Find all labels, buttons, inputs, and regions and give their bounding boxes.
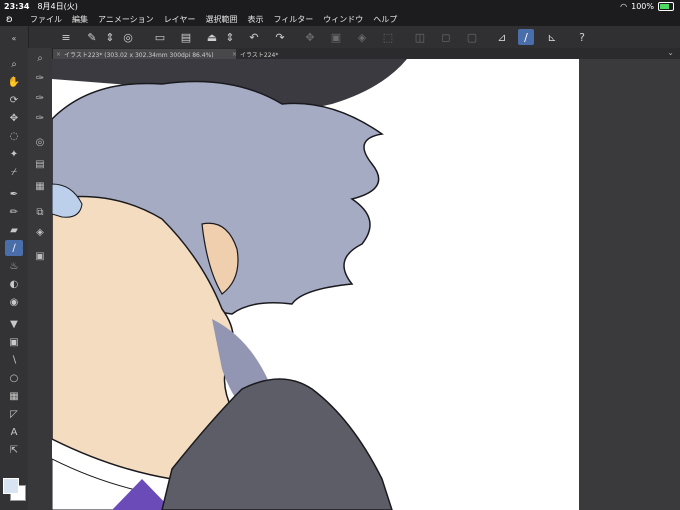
status-right: ◠ 100% (620, 0, 674, 12)
close-icon-2[interactable]: × (232, 51, 237, 58)
pen-plus-icon-3[interactable]: ✑ (31, 110, 49, 126)
color-indicator[interactable] (3, 478, 26, 504)
menu-edit[interactable]: 編集 (72, 14, 88, 25)
command-bar: ≡ ✎ ⇕ ◎ ▭ ▤ ⏏ ⇕ ↶ ↷ ✥ ▣ ◈ ⬚ ◫ ◻ ▢ ⊿ ∕ ⊾ … (28, 26, 680, 49)
ruler-icon[interactable]: ⊿ (494, 29, 510, 45)
menu-bar: ʚ ファイル 編集 アニメーション レイヤー 選択範囲 表示 フィルター ウィン… (0, 12, 680, 26)
smooth-icon[interactable]: ⊾ (544, 29, 560, 45)
menu-window[interactable]: ウィンドウ (323, 14, 363, 25)
zoom-icon[interactable]: ⌕ (5, 56, 23, 72)
hand-icon[interactable]: ✋ (5, 74, 23, 90)
menu-file[interactable]: ファイル (30, 14, 62, 25)
tool-property-icon[interactable]: ▦ (31, 178, 49, 194)
move-icon[interactable]: ✥ (5, 110, 23, 126)
menu-animation[interactable]: アニメーション (98, 14, 154, 25)
gradient-icon[interactable]: ▣ (5, 334, 23, 350)
clear-icon[interactable]: ▣ (328, 29, 344, 45)
brush-icon[interactable]: ∕ (5, 240, 23, 256)
menu-view[interactable]: 表示 (247, 14, 263, 25)
magic-wand-icon[interactable]: ✦ (5, 146, 23, 162)
sub-tool-palette: ⌕ ✑ ✑ ✑ ◎ ▤ ▦ ⧉ ◈ ▣ (28, 48, 53, 510)
undo-icon[interactable]: ↶ (246, 29, 262, 45)
clock: 23:34 (4, 1, 30, 11)
tab-illust-223[interactable]: × イラスト223* (303.02 x 302.34mm 300dpi 86.… (52, 49, 236, 59)
chevron-updown-icon[interactable]: ⇕ (102, 29, 118, 45)
ellipse-icon[interactable]: ○ (5, 370, 23, 386)
history-icon[interactable]: ▣ (31, 248, 49, 264)
tab-illust-224[interactable]: × イラスト224* (228, 49, 282, 59)
text-icon[interactable]: A (5, 424, 23, 440)
pen-plus-icon[interactable]: ✑ (31, 70, 49, 86)
rotate-icon[interactable]: ⟳ (5, 92, 23, 108)
illustration (52, 59, 407, 510)
main-color[interactable] (3, 478, 19, 494)
clip-studio-icon[interactable]: ◎ (120, 29, 136, 45)
battery-icon (658, 1, 674, 11)
frame-icon[interactable]: ▦ (5, 388, 23, 404)
deselect-icon[interactable]: ◫ (412, 29, 428, 45)
tab-label: イラスト223* (303.02 x 302.34mm 300dpi 86.4%… (64, 51, 214, 59)
redo-icon[interactable]: ↷ (272, 29, 288, 45)
tool-palette: « ⌕ ✋ ⟳ ✥ ◌ ✦ ⌿ ✒ ✏ ▰ ∕ ♨ ◐ ◉ ▼ ▣ ∖ ○ ▦ … (0, 26, 29, 510)
navigator-icon[interactable]: ◎ (31, 134, 49, 150)
airbrush-icon[interactable]: ♨ (5, 258, 23, 274)
transform-icon[interactable]: ✥ (302, 29, 318, 45)
menu-help[interactable]: ヘルプ (373, 14, 397, 25)
chevron-down-icon[interactable]: ⌄ (667, 48, 674, 57)
battery-percent: 100% (631, 1, 654, 11)
materials-icon[interactable]: ▤ (31, 156, 49, 172)
layers-icon[interactable]: ◈ (31, 224, 49, 240)
layer-property-icon[interactable]: ⧉ (31, 204, 49, 220)
line-icon[interactable]: ∖ (5, 352, 23, 368)
water-drop-icon[interactable]: ◉ (5, 294, 23, 310)
invert-icon[interactable]: ▢ (464, 29, 480, 45)
pen-icon[interactable]: ✒ (5, 186, 23, 202)
eyedropper-icon[interactable]: ⌿ (5, 164, 23, 180)
clip-studio-logo-icon[interactable]: ʚ (6, 14, 20, 25)
wifi-icon: ◠ (620, 1, 628, 11)
save-icon[interactable]: ⏏ (204, 29, 220, 45)
menu-layer[interactable]: レイヤー (164, 14, 196, 25)
status-bar: 23:34 8月4日(火) ◠ 100% (0, 0, 680, 12)
menu-icon[interactable]: ≡ (58, 29, 74, 45)
correct-line-icon[interactable]: ⇱ (5, 442, 23, 458)
open-folder-icon[interactable]: ▤ (178, 29, 194, 45)
pen-active-icon[interactable]: ∕ (518, 29, 534, 45)
tab-label-2: イラスト224* (240, 51, 279, 59)
lasso-icon[interactable]: ◌ (5, 128, 23, 144)
select-all-icon[interactable]: ⬚ (380, 29, 396, 45)
ruler-tool-icon[interactable]: ◸ (5, 406, 23, 422)
menu-filter[interactable]: フィルター (273, 14, 313, 25)
fill-icon[interactable]: ◈ (354, 29, 370, 45)
quick-help-icon[interactable]: ? (574, 29, 590, 45)
fill-bucket-icon[interactable]: ▼ (5, 316, 23, 332)
menu-selection[interactable]: 選択範囲 (205, 14, 237, 25)
new-canvas-icon[interactable]: ▭ (152, 29, 168, 45)
eraser-icon[interactable]: ▰ (5, 222, 23, 238)
blend-icon[interactable]: ◐ (5, 276, 23, 292)
canvas-area[interactable] (52, 59, 680, 510)
date: 8月4日(火) (37, 1, 78, 11)
chevron-updown-icon-2[interactable]: ⇕ (222, 29, 238, 45)
document-tabs: × イラスト223* (303.02 x 302.34mm 300dpi 86.… (52, 48, 680, 59)
new-file-icon[interactable]: ✎ (84, 29, 100, 45)
crop-icon[interactable]: ◻ (438, 29, 454, 45)
close-icon[interactable]: × (56, 51, 61, 58)
collapse-icon[interactable]: « (5, 30, 23, 46)
pen-plus-icon-2[interactable]: ✑ (31, 90, 49, 106)
zoom-icon-2[interactable]: ⌕ (31, 50, 49, 66)
pencil-icon[interactable]: ✏ (5, 204, 23, 220)
